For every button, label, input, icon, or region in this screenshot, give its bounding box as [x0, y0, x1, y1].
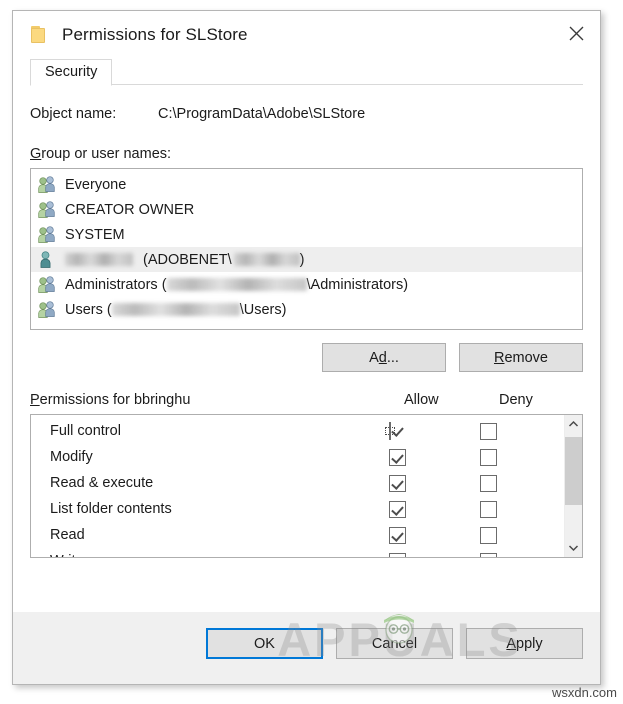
list-item[interactable]: SYSTEM — [31, 222, 582, 247]
permissions-list[interactable]: Full control Modify Read & execute List … — [30, 414, 583, 558]
allow-cell — [374, 552, 469, 557]
permissions-scroll-area: Full control Modify Read & execute List … — [31, 415, 564, 557]
redacted-domain-user — [233, 253, 300, 266]
deny-checkbox[interactable] — [480, 474, 497, 492]
deny-checkbox[interactable] — [480, 500, 497, 518]
deny-cell — [469, 448, 564, 466]
permission-label: Read & execute — [50, 475, 154, 491]
list-action-buttons: Add...... Remove — [30, 343, 583, 372]
remove-button[interactable]: Remove — [459, 343, 583, 372]
redacted-computer-name — [166, 278, 307, 291]
allow-cell — [374, 500, 469, 518]
user-icon — [38, 251, 57, 268]
allow-checkbox[interactable] — [389, 552, 406, 557]
deny-cell — [469, 500, 564, 518]
group-user-list[interactable]: Everyone CREATOR OWNER SYSTEM (ADOBENET\… — [30, 168, 583, 330]
permission-label: Modify — [50, 449, 93, 465]
table-row[interactable]: List folder contents — [31, 496, 564, 522]
table-row[interactable]: Modify — [31, 444, 564, 470]
deny-cell — [469, 552, 564, 557]
list-item-label: Users ( — [65, 301, 112, 318]
allow-checkbox[interactable] — [389, 474, 406, 492]
permission-label: Write — [50, 553, 374, 557]
group-icon — [38, 301, 57, 318]
column-header-deny: Deny — [499, 392, 533, 408]
list-item[interactable]: Users ( \Users) — [31, 297, 582, 322]
table-row[interactable]: Read & execute — [31, 470, 564, 496]
allow-checkbox[interactable] — [389, 448, 406, 466]
allow-cell — [374, 526, 469, 544]
group-icon — [38, 226, 57, 243]
list-item[interactable]: CREATOR OWNER — [31, 197, 582, 222]
list-item-suffix: ) — [299, 251, 305, 268]
dialog-body: Object name: C:\ProgramData\Adobe\SLStor… — [13, 85, 600, 612]
table-row[interactable]: Read — [31, 522, 564, 548]
focus-outline — [385, 422, 395, 440]
object-name-row: Object name: C:\ProgramData\Adobe\SLStor… — [30, 85, 583, 122]
site-watermark: wsxdn.com — [551, 685, 617, 700]
group-icon — [38, 201, 57, 218]
tab-security[interactable]: Security — [30, 59, 113, 86]
deny-checkbox[interactable] — [480, 526, 497, 544]
object-name-label: Object name: — [30, 106, 117, 122]
group-icon — [38, 276, 57, 293]
permissions-for-label: Permissions for bbringhu — [30, 392, 191, 408]
cancel-button[interactable]: Cancel — [336, 628, 453, 659]
permission-label: Read — [50, 527, 85, 543]
chevron-down-icon[interactable] — [565, 539, 582, 557]
list-item-label: CREATOR OWNER — [65, 201, 195, 218]
group-or-user-names-label: Group or user names: — [30, 146, 172, 162]
redacted-username — [65, 253, 133, 266]
allow-checkbox[interactable] — [389, 422, 391, 440]
title-bar: Permissions for SLStore — [13, 11, 600, 58]
permission-label: Full control — [50, 423, 121, 439]
deny-cell — [469, 422, 564, 440]
list-item[interactable]: Administrators ( \Administrators) — [31, 272, 582, 297]
folder-icon — [31, 26, 49, 43]
deny-checkbox[interactable] — [480, 448, 497, 466]
list-item-label: Everyone — [65, 176, 127, 193]
apply-button[interactable]: Apply — [466, 628, 583, 659]
group-icon — [38, 176, 57, 193]
scrollbar-thumb[interactable] — [565, 437, 582, 505]
permissions-dialog: Permissions for SLStore Security Object … — [12, 10, 601, 685]
allow-cell — [374, 422, 469, 440]
permission-label: List folder contents — [50, 501, 172, 517]
allow-checkbox[interactable] — [389, 500, 406, 518]
list-item-label: Administrators ( — [65, 276, 167, 293]
allow-cell — [374, 448, 469, 466]
tab-strip: Security — [13, 58, 600, 86]
list-item-suffix: \Administrators) — [306, 276, 409, 293]
dialog-footer: OK Cancel Apply — [13, 611, 600, 684]
table-row-partial[interactable]: Write — [31, 548, 564, 557]
list-item-label: SYSTEM — [65, 226, 125, 243]
ok-button[interactable]: OK — [206, 628, 323, 659]
permissions-scrollbar[interactable] — [564, 415, 582, 557]
redacted-computer-name — [111, 303, 240, 316]
add-button[interactable]: Add...... — [322, 343, 446, 372]
deny-cell — [469, 474, 564, 492]
deny-cell — [469, 526, 564, 544]
screenshot-root: Permissions for SLStore Security Object … — [0, 0, 623, 704]
close-icon[interactable] — [552, 11, 600, 55]
deny-checkbox[interactable] — [480, 552, 497, 557]
permissions-header: Permissions for bbringhu Allow Deny — [30, 392, 583, 408]
table-row[interactable]: Full control — [31, 418, 564, 444]
list-item[interactable]: Everyone — [31, 172, 582, 197]
allow-cell — [374, 474, 469, 492]
list-item-selected[interactable]: (ADOBENET\ ) — [31, 247, 582, 272]
allow-checkbox[interactable] — [389, 526, 406, 544]
chevron-up-icon[interactable] — [565, 415, 582, 433]
object-name-value: C:\ProgramData\Adobe\SLStore — [158, 106, 366, 122]
list-item-label: (ADOBENET\ — [143, 251, 232, 268]
column-header-allow: Allow — [404, 392, 439, 408]
window-title: Permissions for SLStore — [62, 24, 248, 44]
list-item-suffix: \Users) — [239, 301, 287, 318]
deny-checkbox[interactable] — [480, 422, 497, 440]
